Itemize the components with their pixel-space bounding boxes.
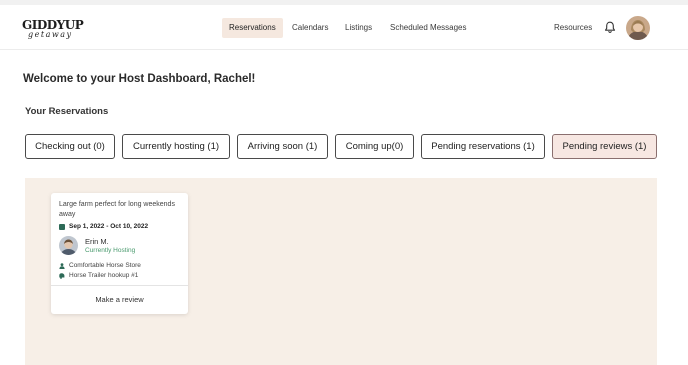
tab-pending-reviews[interactable]: Pending reviews (1): [552, 134, 657, 159]
top-navbar: GIDDYUP getaway Reservations Calendars L…: [0, 5, 688, 50]
trailer-icon: [59, 272, 65, 279]
listing-feature: Comfortable Horse Store: [59, 262, 141, 269]
guest-avatar: [59, 236, 78, 255]
tab-currently-hosting[interactable]: Currently hosting (1): [122, 134, 230, 159]
feature-text: Horse Trailer hookup #1: [69, 272, 139, 279]
nav-item-resources[interactable]: Resources: [554, 18, 592, 38]
nav-item-listings[interactable]: Listings: [345, 18, 372, 38]
section-title: Your Reservations: [25, 106, 109, 117]
bell-icon[interactable]: [604, 21, 616, 34]
tab-checking-out[interactable]: Checking out (0): [25, 134, 115, 159]
feature-text: Comfortable Horse Store: [69, 262, 141, 269]
reservation-card[interactable]: Large farm perfect for long weekends awa…: [51, 193, 188, 314]
user-avatar[interactable]: [626, 16, 650, 40]
tab-pending-reservations[interactable]: Pending reservations (1): [421, 134, 545, 159]
calendar-icon: [59, 223, 65, 230]
tab-coming-up[interactable]: Coming up(0): [335, 134, 414, 159]
nav-item-calendars[interactable]: Calendars: [292, 18, 328, 38]
nav-item-reservations[interactable]: Reservations: [222, 18, 283, 38]
listing-title: Large farm perfect for long weekends awa…: [59, 201, 175, 218]
logo-sub-text: getaway: [28, 30, 73, 39]
listing-feature: Horse Trailer hookup #1: [59, 272, 138, 279]
person-icon: [59, 262, 65, 269]
guest-name: Erin M.: [85, 237, 109, 246]
page-title: Welcome to your Host Dashboard, Rachel!: [23, 73, 256, 85]
brand-logo[interactable]: GIDDYUP getaway: [22, 18, 84, 44]
tab-arriving-soon[interactable]: Arriving soon (1): [237, 134, 328, 159]
nav-item-scheduled-messages[interactable]: Scheduled Messages: [390, 18, 467, 38]
guest-status: Currently Hosting: [85, 247, 136, 254]
dates-text: Sep 1, 2022 - Oct 10, 2022: [69, 223, 149, 230]
make-review-button[interactable]: Make a review: [51, 286, 188, 314]
reservation-dates: Sep 1, 2022 - Oct 10, 2022: [59, 223, 148, 230]
